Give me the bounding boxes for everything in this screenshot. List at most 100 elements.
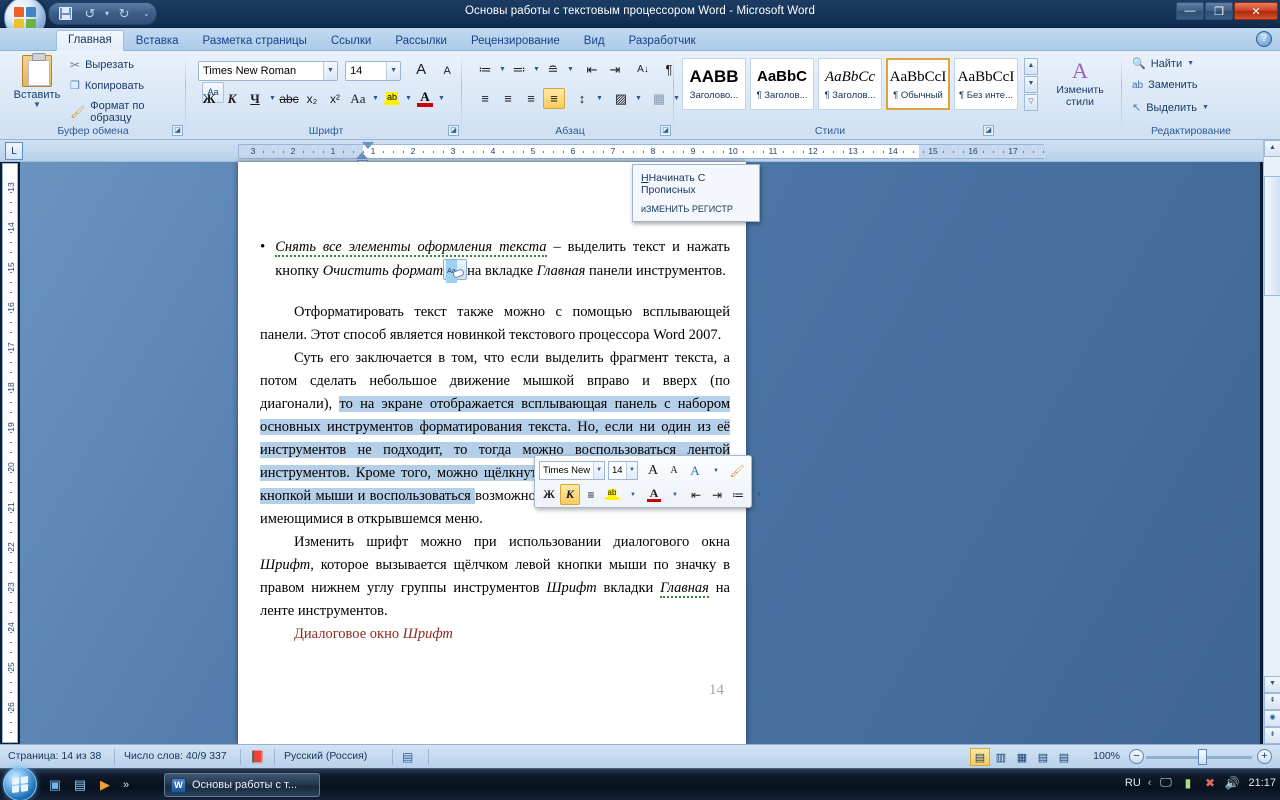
mini-font-color-button[interactable]: A <box>644 484 664 505</box>
close-button[interactable]: ✕ <box>1234 2 1278 20</box>
mini-grow-font-button[interactable]: A <box>643 460 663 481</box>
format-painter-button[interactable]: 🖌 Формат по образцу <box>70 100 186 124</box>
mini-italic-button[interactable]: К <box>560 484 580 505</box>
zoom-in-button[interactable]: + <box>1257 749 1272 764</box>
mini-format-painter-icon[interactable]: 🖌 <box>727 460 747 481</box>
line-spacing-button[interactable]: ↕ <box>571 88 593 109</box>
view-draft-button[interactable]: ▤ <box>1054 748 1074 766</box>
bold-button[interactable]: Ж <box>198 88 220 109</box>
tab-page-layout[interactable]: Разметка страницы <box>191 31 319 51</box>
document-page[interactable]: • Снять все элементы оформления текста –… <box>238 162 746 744</box>
mini-font-size-dropdown-icon[interactable]: ▼ <box>626 462 637 479</box>
font-name-dropdown-icon[interactable]: ▼ <box>323 62 337 80</box>
spell-check-icon[interactable]: 📕 <box>250 750 265 764</box>
change-styles-button[interactable]: A Изменить стили <box>1048 58 1112 111</box>
tab-references[interactable]: Ссылки <box>319 31 384 51</box>
mini-font-name-combo[interactable]: Times New ▼ <box>539 461 605 480</box>
style-item-2[interactable]: AaBbCc ¶ Заголов... <box>818 58 882 110</box>
macro-record-icon[interactable]: ▤ <box>402 750 413 764</box>
vertical-ruler[interactable]: 131415161718192021222324252627 <box>2 163 18 773</box>
tab-mailings[interactable]: Рассылки <box>383 31 459 51</box>
styles-dialog-launcher[interactable]: ◪ <box>983 125 994 136</box>
clear-format-inline-icon[interactable] <box>443 259 468 283</box>
mini-font-color-dropdown-icon[interactable]: ▼ <box>665 484 685 505</box>
font-color-button[interactable]: A <box>414 88 436 109</box>
view-print-layout-button[interactable]: ▤ <box>970 748 990 766</box>
start-button[interactable] <box>3 767 37 800</box>
vertical-scrollbar[interactable]: ▲ ▼ ⇞ ◉ ⇟ <box>1263 140 1280 744</box>
bullets-dropdown-icon[interactable]: ▼ <box>497 59 508 80</box>
font-name-combo[interactable]: Times New Roman ▼ <box>198 61 338 81</box>
status-language[interactable]: Русский (Россия) <box>284 750 367 762</box>
quick-launch-overflow-icon[interactable]: » <box>123 779 129 791</box>
customize-qat-icon[interactable]: ⌄ <box>143 9 150 18</box>
clipboard-dialog-launcher[interactable]: ◪ <box>172 125 183 136</box>
clock[interactable]: 21:17 <box>1248 777 1276 789</box>
bullets-button[interactable]: ≔ <box>474 59 496 80</box>
multilevel-list-button[interactable]: ≘ <box>542 59 564 80</box>
scrollbar-thumb[interactable] <box>1264 176 1280 296</box>
paste-dropdown-icon[interactable]: ▼ <box>10 101 64 109</box>
styles-more-icon[interactable]: ▽ <box>1024 94 1038 111</box>
sort-button[interactable]: A↓ <box>632 59 654 80</box>
decrease-indent-button[interactable]: ⇤ <box>581 59 603 80</box>
media-player-icon[interactable]: ▶ <box>94 774 116 796</box>
tab-review[interactable]: Рецензирование <box>459 31 572 51</box>
mini-bullets-dropdown-icon[interactable]: ▼ <box>749 484 769 505</box>
change-case-menu[interactable]: ННачинать С Прописных иЗМЕНИТЬ РЕГИСТР <box>632 164 760 222</box>
tab-stop-selector[interactable]: L <box>5 142 23 160</box>
tab-view[interactable]: Вид <box>572 31 617 51</box>
first-line-indent-marker[interactable] <box>362 142 374 149</box>
document-body[interactable]: • Снять все элементы оформления текста –… <box>260 162 730 646</box>
restore-button[interactable]: ❐ <box>1205 2 1233 20</box>
previous-page-icon[interactable]: ⇞ <box>1264 693 1280 710</box>
font-size-combo[interactable]: 14 ▼ <box>345 61 402 81</box>
tray-expand-icon[interactable]: ‹ <box>1148 777 1152 789</box>
style-item-3[interactable]: AaBbCcI ¶ Обычный <box>886 58 950 110</box>
scroll-up-icon[interactable]: ▲ <box>1264 140 1280 157</box>
borders-button[interactable]: ▦ <box>648 88 670 109</box>
network-disconnected-icon[interactable]: ✖ <box>1202 775 1217 790</box>
shading-dropdown-icon[interactable]: ▼ <box>633 88 644 109</box>
find-button[interactable]: 🔍 Найти ▼ <box>1132 57 1194 71</box>
mini-highlight-dropdown-icon[interactable]: ▼ <box>623 484 643 505</box>
underline-button[interactable]: Ч <box>244 88 266 109</box>
mini-toolbar[interactable]: Times New ▼ 14 ▼ A A A ▼ 🖌 Ж К ≡ ab ▼ A <box>534 455 762 508</box>
styles-scroll-up-icon[interactable]: ▲ <box>1024 58 1038 75</box>
mini-align-center-button[interactable]: ≡ <box>581 484 601 505</box>
menu-item-capitalize[interactable]: ННачинать С Прописных <box>633 168 759 200</box>
cut-button[interactable]: ✂ Вырезать <box>70 58 134 72</box>
volume-icon[interactable]: 🔊 <box>1224 775 1239 790</box>
minimize-button[interactable]: — <box>1176 2 1204 20</box>
view-web-layout-button[interactable]: ▦ <box>1012 748 1032 766</box>
numbering-dropdown-icon[interactable]: ▼ <box>531 59 542 80</box>
status-word-count[interactable]: Число слов: 40/9 337 <box>124 750 227 762</box>
find-dropdown-icon[interactable]: ▼ <box>1187 60 1194 67</box>
style-item-4[interactable]: AaBbCcI ¶ Без инте... <box>954 58 1018 110</box>
style-item-1[interactable]: AaBbC ¶ Заголов... <box>750 58 814 110</box>
styles-scroll-down-icon[interactable]: ▼ <box>1024 76 1038 93</box>
italic-button[interactable]: К <box>221 88 243 109</box>
paragraph-dialog-launcher[interactable]: ◪ <box>660 125 671 136</box>
tab-insert[interactable]: Вставка <box>124 31 191 51</box>
change-case-dropdown-icon[interactable]: ▼ <box>370 88 381 109</box>
font-dialog-launcher[interactable]: ◪ <box>448 125 459 136</box>
status-page[interactable]: Страница: 14 из 38 <box>8 750 101 762</box>
numbering-button[interactable]: ≕ <box>508 59 530 80</box>
tab-developer[interactable]: Разработчик <box>617 31 708 51</box>
strikethrough-button[interactable]: abc <box>278 88 300 109</box>
replace-button[interactable]: ab Заменить <box>1132 79 1198 91</box>
shading-button[interactable]: ▨ <box>610 88 632 109</box>
mini-decrease-indent-button[interactable]: ⇤ <box>686 484 706 505</box>
view-outline-button[interactable]: ▤ <box>1033 748 1053 766</box>
zoom-out-button[interactable]: − <box>1129 749 1144 764</box>
switch-window-icon[interactable]: ▤ <box>69 774 91 796</box>
shrink-font-button[interactable]: A <box>436 61 458 82</box>
multilevel-dropdown-icon[interactable]: ▼ <box>565 59 576 80</box>
save-icon[interactable] <box>55 4 75 23</box>
select-browse-object-icon[interactable]: ◉ <box>1264 710 1280 727</box>
mini-increase-indent-button[interactable]: ⇥ <box>707 484 727 505</box>
font-color-dropdown-icon[interactable]: ▼ <box>436 88 447 109</box>
font-size-dropdown-icon[interactable]: ▼ <box>386 62 401 80</box>
menu-item-toggle-case[interactable]: иЗМЕНИТЬ РЕГИСТР <box>633 200 759 218</box>
